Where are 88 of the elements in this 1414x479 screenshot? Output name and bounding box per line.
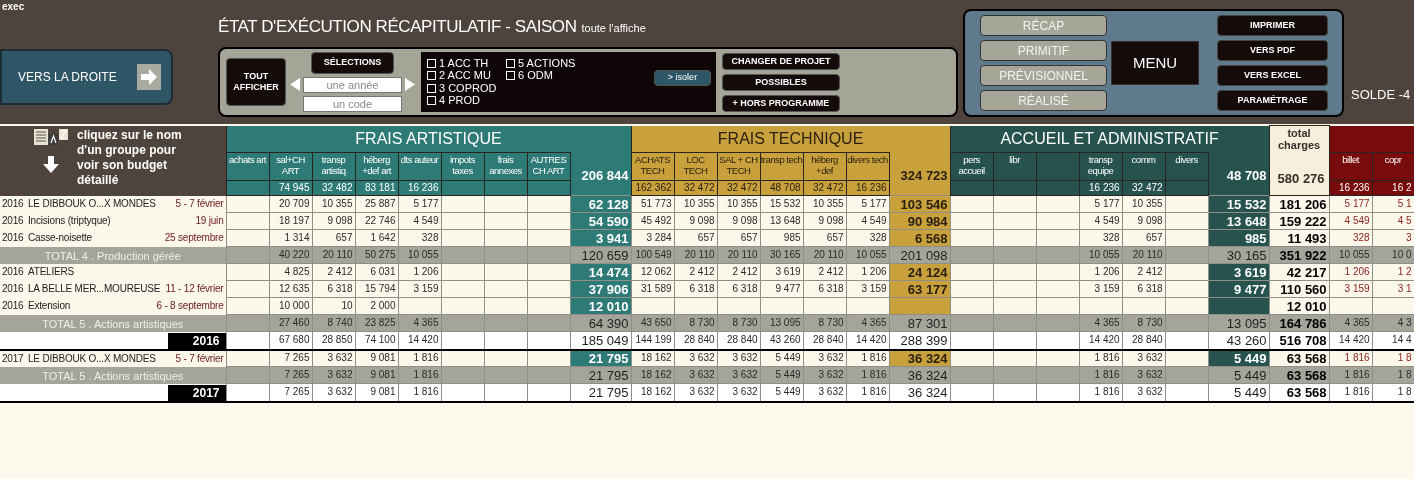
group-header[interactable]: FRAIS TECHNIQUE <box>631 125 951 153</box>
filter-label[interactable]: 5 ACTIONS <box>518 57 576 69</box>
title-suffix: toute l'affiche <box>581 23 646 34</box>
column-header: copr <box>1372 152 1414 181</box>
arrow-right-icon <box>137 64 161 90</box>
row-year: 2016 <box>2 284 25 294</box>
row-year: 2016 <box>2 233 25 243</box>
row-date: 5 - 7 février <box>174 353 224 364</box>
column-header: frais annexes <box>484 152 527 181</box>
sort-icon[interactable] <box>34 127 68 146</box>
column-header: transp artistiq <box>312 152 355 181</box>
total-cell: 15 532 <box>1208 195 1270 213</box>
column-header: AUTRES CH ART <box>527 152 570 181</box>
row-year: 2016 <box>2 267 25 277</box>
column-header: billet <box>1329 152 1373 181</box>
group-total: 580 276 <box>1276 170 1326 188</box>
export-button[interactable]: VERS PDF <box>1217 40 1328 61</box>
column-header[interactable]: total charges <box>1269 126 1329 151</box>
hint-text: cliquez sur le nom d'un groupe pour voir son budget détaillé <box>77 127 183 188</box>
total-cell: 103 546 <box>889 195 951 213</box>
total-cell: 62 128 <box>570 195 632 213</box>
group-total: 48 708 <box>1208 152 1270 196</box>
export-button[interactable]: VERS EXCEL <box>1217 65 1328 86</box>
row-date: 5 - 7 février <box>174 199 224 209</box>
balance-label: SOLDE -4 <box>1351 86 1411 104</box>
row-name[interactable]: Casse-noisette <box>28 233 92 243</box>
column-header: pers accueil <box>950 152 994 181</box>
filter-label[interactable]: 6 ODM <box>518 70 553 81</box>
column-header: sal+CH ART <box>269 152 312 181</box>
menu-button[interactable]: MENU <box>1111 41 1199 85</box>
filter-label[interactable]: 1 ACC TH <box>439 57 489 69</box>
column-header: transp equipe <box>1079 152 1123 181</box>
checkbox[interactable] <box>427 58 436 68</box>
column-header: transp tech <box>760 152 804 181</box>
row-name[interactable]: LA BELLE MER...MOUREUSE <box>28 284 161 294</box>
row-name[interactable]: Extension <box>28 301 71 311</box>
group-total: 206 844 <box>570 152 632 196</box>
checkbox[interactable] <box>506 58 515 68</box>
column-header: dts auteur <box>398 152 441 181</box>
project-button[interactable]: POSSIBLES <box>722 73 840 91</box>
column-header: ACHATS TECH <box>631 152 675 181</box>
column-header: SAL + CH TECH <box>717 152 761 181</box>
filter-label[interactable]: 2 ACC MU <box>439 70 491 81</box>
column-header: divers <box>1165 152 1209 181</box>
isolate-button[interactable]: > isoler <box>654 70 711 86</box>
arrow-down-icon <box>43 155 59 173</box>
selections-label: SÉLECTIONS <box>310 52 395 74</box>
filter-label[interactable]: 4 PROD <box>439 95 480 106</box>
year-badge: 2017 <box>167 384 226 401</box>
project-button[interactable]: CHANGER DE PROJET <box>722 52 840 70</box>
year-field[interactable]: une année <box>303 76 402 93</box>
column-header: libr <box>993 152 1037 181</box>
group-total: 324 723 <box>889 152 951 196</box>
export-button[interactable]: PARAMÉTRAGE <box>1217 90 1328 111</box>
checkbox[interactable] <box>427 96 436 105</box>
row-year: 2016 <box>2 216 25 226</box>
column-header: LOC TECH <box>674 152 718 181</box>
row-year: 2016 <box>2 301 25 311</box>
group-header[interactable]: ACCUEIL ET ADMINISTRATIF <box>950 125 1270 153</box>
code-field[interactable]: un code <box>303 95 402 112</box>
checkbox[interactable] <box>427 83 436 93</box>
row-date: 25 septembre <box>163 233 224 243</box>
row-name[interactable]: Incisions (triptyque) <box>28 216 111 226</box>
export-button[interactable]: IMPRIMER <box>1217 15 1328 36</box>
row-name[interactable]: ATELIERS <box>28 267 74 277</box>
nav-button[interactable]: VERS LA DROITE <box>0 49 173 105</box>
year-badge: 2016 <box>167 332 226 349</box>
row-year: 2017 <box>2 353 25 364</box>
row-date: 11 - 12 février <box>164 284 224 294</box>
row-year: 2016 <box>2 199 25 209</box>
group-header[interactable]: FRAIS ARTISTIQUE <box>226 125 632 153</box>
checkbox[interactable] <box>506 71 515 80</box>
row-name[interactable]: LE DIBBOUK O...X MONDES <box>28 353 156 364</box>
app-label: exec <box>1 0 25 12</box>
row-date: 6 - 8 septembre <box>155 301 224 311</box>
column-header: héberg +def <box>803 152 847 181</box>
column-header: impots taxes <box>441 152 484 181</box>
column-header: achats art <box>226 152 269 181</box>
project-button[interactable]: + HORS PROGRAMME <box>722 94 840 112</box>
page-title: ÉTAT D'EXÉCUTION RÉCAPITULATIF - SAISON <box>218 18 577 35</box>
column-header: comm <box>1122 152 1166 181</box>
column-header: divers tech <box>846 152 890 181</box>
filter-label[interactable]: 3 COPROD <box>439 82 497 94</box>
row-date: 19 juin <box>194 216 224 226</box>
checkbox[interactable] <box>427 71 436 80</box>
row-name[interactable]: LE DIBBOUK O...X MONDES <box>28 199 156 209</box>
show-all-button[interactable]: TOUT AFFICHER <box>226 58 286 106</box>
column-header: héberg +def art <box>355 152 398 181</box>
